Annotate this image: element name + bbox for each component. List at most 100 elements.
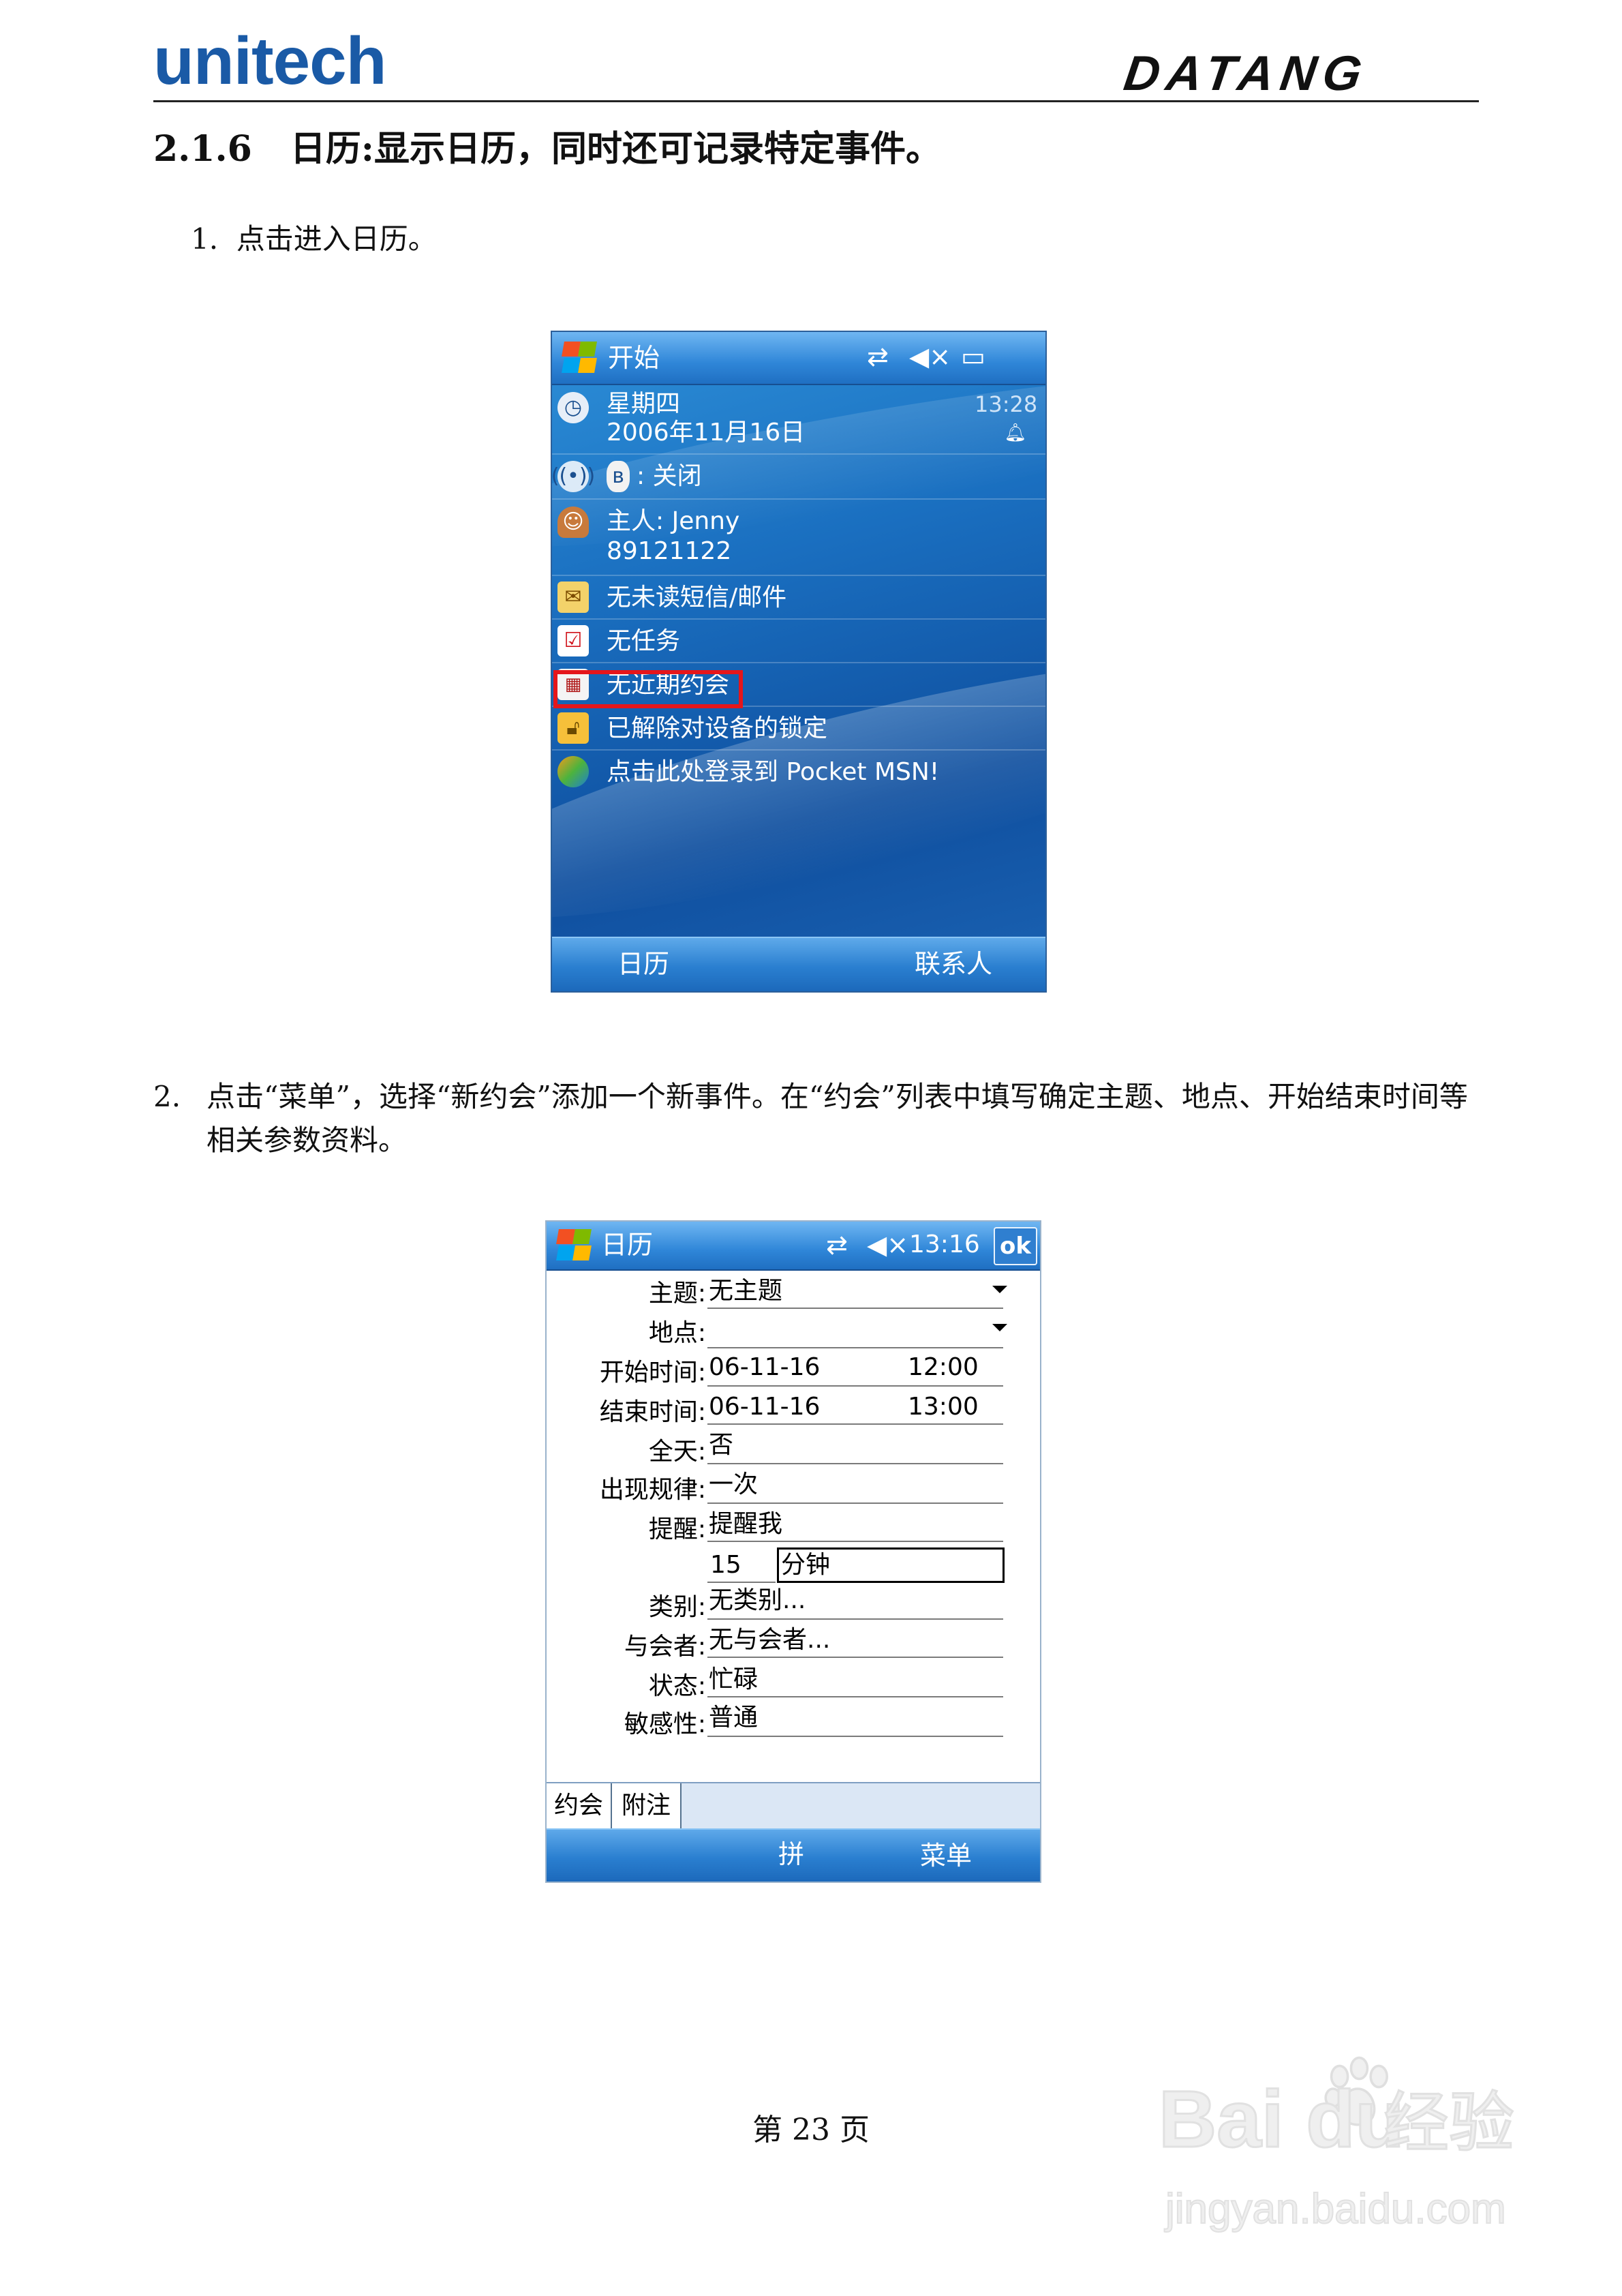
input-method-softkey[interactable]: 拼 <box>778 1838 804 1871</box>
speaker-muted-icon[interactable]: ◀× <box>909 340 951 373</box>
field-underline <box>707 1582 776 1583</box>
section-title-text: 日历:显示日历，同时还可记录特定事件。 <box>290 128 941 170</box>
recurrence-field[interactable]: 一次 <box>709 1470 758 1500</box>
ok-button[interactable]: ok <box>994 1227 1037 1265</box>
datang-logo: DATANG <box>1120 46 1372 101</box>
lock-row[interactable]: 🔓︎ 已解除对设备的锁定 <box>552 707 1045 751</box>
envelope-icon: ✉ <box>557 581 589 613</box>
msn-butterfly-icon <box>557 756 589 787</box>
owner-phone: 89121122 <box>607 537 732 565</box>
status-label: 状态: <box>648 1672 706 1700</box>
messages-status: 无未读短信/邮件 <box>607 584 787 611</box>
owner-row[interactable]: ☺ 主人: Jenny 89121122 <box>552 500 1045 576</box>
sensitivity-label: 敏感性: <box>624 1710 706 1738</box>
menu-softkey[interactable]: 菜单 <box>920 1839 972 1872</box>
highlight-frame <box>553 670 743 708</box>
task-check-icon: ☑ <box>557 625 589 656</box>
field-underline <box>707 1657 1003 1658</box>
location-label: 地点: <box>648 1319 706 1347</box>
contacts-softkey[interactable]: 联系人 <box>915 948 992 980</box>
clock-icon: ◷ <box>557 392 589 423</box>
watermark-url: jingyan.baidu.com <box>1165 2186 1507 2233</box>
field-underline <box>707 1541 1003 1542</box>
bluetooth-status: : 关闭 <box>637 462 702 490</box>
end-date-field[interactable]: 06-11-16 <box>709 1392 820 1422</box>
reminder-field[interactable]: 提醒我 <box>709 1509 782 1539</box>
app-title: 日历 <box>601 1230 654 1260</box>
baidu-jingyan-watermark: Bai du 经验 jingyan.baidu.com <box>1158 2052 1540 2256</box>
weekday: 星期四 <box>607 390 681 418</box>
watermark-brand-cn: 经验 <box>1383 2085 1516 2161</box>
sensitivity-field[interactable]: 普通 <box>709 1703 758 1733</box>
reminder-unit-value[interactable]: 分钟 <box>781 1550 830 1580</box>
step-number: 1. <box>191 222 219 256</box>
category-label: 类别: <box>648 1593 706 1621</box>
bluetooth-icon: ʙ <box>607 461 630 492</box>
field-underline <box>707 1308 1003 1309</box>
title-bar: 日历 ⇄ ◀× 13:16 ok <box>547 1222 1040 1271</box>
windows-start-icon[interactable] <box>553 1228 592 1263</box>
padlock-open-icon: 🔓︎ <box>557 712 589 744</box>
reminder-amount-field[interactable]: 15 <box>710 1550 741 1580</box>
step-text: 点击进入日历。 <box>236 222 437 256</box>
start-time-field[interactable]: 12:00 <box>908 1353 979 1383</box>
msn-login-link[interactable]: 点击此处登录到 Pocket MSN! <box>607 757 939 787</box>
today-screen-screenshot: 开始 ⇄ ◀× ▭ ◷ 星期四 2006年11月16日 13:28 🔔︎ ((•… <box>551 331 1047 993</box>
step-2: 2. 点击“菜单”，选择“新约会”添加一个新事件。在“约会”列表中填写确定主题、… <box>153 1075 1482 1162</box>
wireless-icon: ((•)) <box>552 461 595 492</box>
recurrence-label: 出现规律: <box>599 1476 706 1504</box>
sync-icon[interactable]: ⇄ <box>867 340 889 373</box>
step-1: 1. 点击进入日历。 <box>191 220 437 260</box>
softkey-bar: 拼 菜单 <box>547 1828 1040 1882</box>
start-menu-title[interactable]: 开始 <box>608 342 660 374</box>
attendees-label: 与会者: <box>624 1633 706 1661</box>
subject-field[interactable]: 无主题 <box>709 1276 782 1306</box>
all-day-field[interactable]: 否 <box>709 1430 733 1460</box>
owner-name: 主人: Jenny <box>607 507 740 535</box>
attendees-field[interactable]: 无与会者... <box>709 1625 830 1655</box>
tab-appointment[interactable]: 约会 <box>547 1783 612 1828</box>
step-text: 点击“菜单”，选择“新约会”添加一个新事件。在“约会”列表中填写确定主题、地点、… <box>206 1080 1468 1157</box>
unitech-logo: unitech <box>153 23 386 98</box>
today-date-row[interactable]: ◷ 星期四 2006年11月16日 13:28 🔔︎ <box>552 385 1045 455</box>
field-underline <box>707 1463 1003 1464</box>
field-underline <box>707 1423 1003 1425</box>
start-date-field[interactable]: 06-11-16 <box>709 1353 820 1383</box>
chevron-down-icon[interactable] <box>992 1286 1007 1293</box>
reminder-label: 提醒: <box>648 1515 706 1543</box>
section-number: 2.1.6 <box>153 128 252 170</box>
end-time-field[interactable]: 13:00 <box>908 1392 979 1422</box>
field-underline <box>707 1502 1003 1504</box>
step-number: 2. <box>153 1080 181 1113</box>
section-title: 2.1.6 日历:显示日历，同时还可记录特定事件。 <box>153 126 941 172</box>
battery-icon[interactable]: ▭ <box>961 340 985 373</box>
title-bar: 开始 ⇄ ◀× ▭ <box>552 332 1045 385</box>
field-underline <box>707 1736 1003 1737</box>
calendar-softkey[interactable]: 日历 <box>617 948 669 980</box>
tab-notes[interactable]: 附注 <box>612 1783 682 1828</box>
subject-label: 主题: <box>648 1280 706 1308</box>
field-underline <box>707 1696 1003 1697</box>
owner-icon: ☺ <box>557 507 589 538</box>
header-divider <box>153 100 1479 102</box>
msn-row[interactable]: 点击此处登录到 Pocket MSN! <box>552 751 1045 798</box>
sync-icon[interactable]: ⇄ <box>826 1228 848 1261</box>
tab-strip: 约会 附注 <box>547 1782 1040 1830</box>
messages-row[interactable]: ✉ 无未读短信/邮件 <box>552 576 1045 620</box>
new-appointment-screenshot: 日历 ⇄ ◀× 13:16 ok 主题: 无主题 地点: 开始时间: 06-11… <box>545 1220 1041 1883</box>
end-time-label: 结束时间: <box>599 1398 706 1426</box>
windows-start-icon[interactable] <box>559 340 597 376</box>
start-time-label: 开始时间: <box>599 1359 706 1387</box>
clock-time[interactable]: 13:16 <box>909 1228 980 1261</box>
speaker-muted-icon[interactable]: ◀× <box>867 1228 908 1261</box>
tasks-row[interactable]: ☑ 无任务 <box>552 620 1045 663</box>
category-field[interactable]: 无类别... <box>709 1586 806 1616</box>
tasks-status: 无任务 <box>607 627 681 655</box>
bluetooth-row[interactable]: ((•)) ʙ : 关闭 <box>552 455 1045 500</box>
all-day-label: 全天: <box>648 1438 706 1466</box>
field-underline <box>707 1618 1003 1620</box>
bell-icon: 🔔︎ <box>1004 423 1027 443</box>
status-field[interactable]: 忙碌 <box>709 1665 758 1695</box>
current-time: 13:28 <box>975 391 1038 417</box>
chevron-down-icon[interactable] <box>992 1324 1007 1331</box>
